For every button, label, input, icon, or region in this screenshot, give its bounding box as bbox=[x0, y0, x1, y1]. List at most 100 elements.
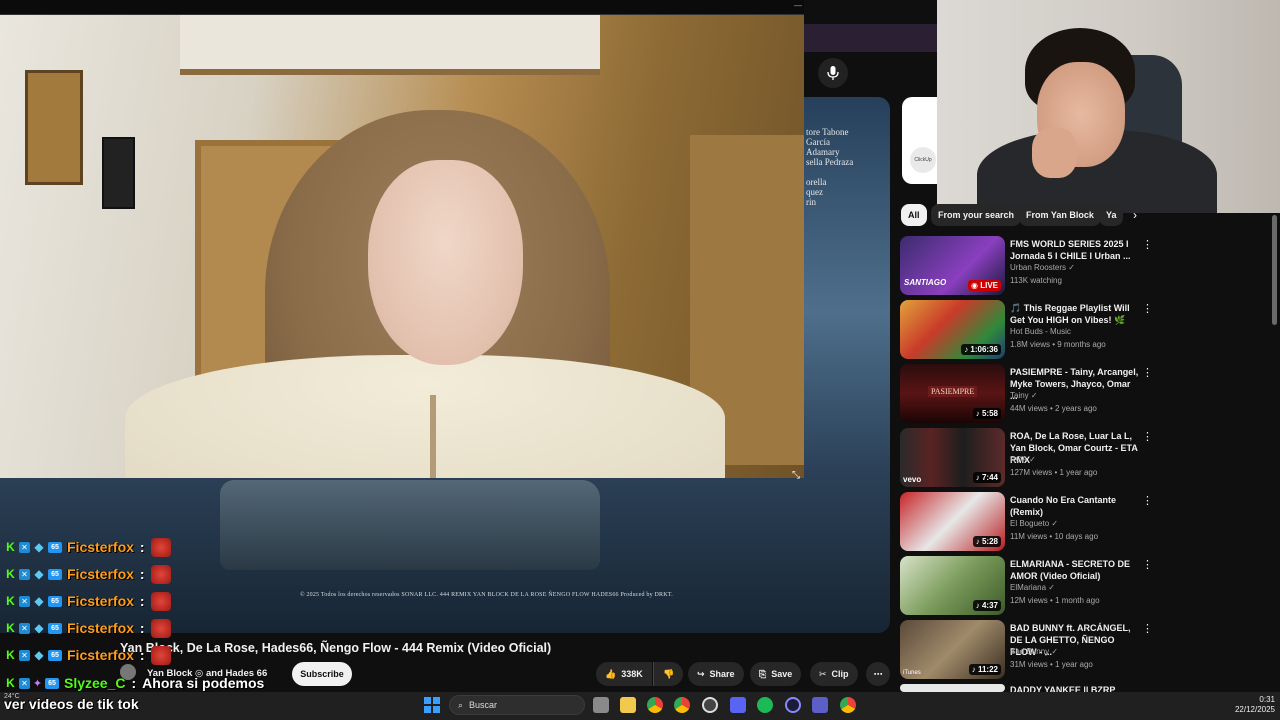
recommendation-meta: 12M views • 1 month ago bbox=[1010, 596, 1100, 605]
chat-username: Ficsterfox bbox=[67, 566, 134, 582]
minimize-icon[interactable]: — bbox=[794, 2, 802, 10]
bookmark-icon: ⎘ bbox=[759, 668, 767, 679]
chat-message: K ✕ ◆ 65 Ficsterfox : bbox=[4, 590, 171, 612]
resize-icon[interactable]: ⤡ bbox=[792, 470, 804, 482]
cube-badge-icon: ◆ bbox=[34, 621, 44, 635]
recommendation-channel[interactable]: Urban Roosters ✓ bbox=[1010, 263, 1075, 272]
video-duration: ♪ 1:06:36 bbox=[961, 344, 1001, 355]
video-thumbnail[interactable]: iTunes ♪ 11:22 bbox=[900, 620, 1005, 679]
chip-from-your-search[interactable]: From your search bbox=[931, 204, 1022, 226]
kick-badge-icon: K bbox=[6, 648, 15, 662]
chip-all[interactable]: All bbox=[901, 204, 927, 226]
more-options-icon[interactable]: ⋮ bbox=[1142, 430, 1153, 443]
video-credit-names: tore Tabone García Adamary sella Pedraza… bbox=[806, 127, 854, 207]
mod-badge-icon: ✕ bbox=[19, 595, 30, 607]
recommendation-title[interactable]: FMS WORLD SERIES 2025 I Jornada 5 I CHIL… bbox=[1010, 238, 1140, 262]
sub-badge-icon: 65 bbox=[48, 649, 62, 661]
video-thumbnail[interactable]: ♪ 4:37 bbox=[900, 556, 1005, 615]
kick-badge-icon: K bbox=[6, 621, 15, 635]
task-view-icon[interactable] bbox=[593, 697, 609, 713]
more-options-icon[interactable]: ⋮ bbox=[1142, 622, 1153, 635]
video-thumbnail[interactable]: SANTIAGO ◉ LIVE bbox=[900, 236, 1005, 295]
more-options-icon[interactable]: ⋮ bbox=[1142, 366, 1153, 379]
recommendation-title[interactable]: DADDY YANKEE || BZRP Music bbox=[1010, 684, 1140, 692]
dislike-button[interactable]: 👎 bbox=[653, 662, 684, 686]
verified-icon: ✓ bbox=[1051, 519, 1059, 528]
save-button[interactable]: ⎘ Save bbox=[750, 662, 802, 686]
chip-truncated[interactable]: Ya bbox=[1099, 204, 1123, 226]
chat-username: Ficsterfox bbox=[67, 593, 134, 609]
chrome-alt-icon[interactable] bbox=[840, 697, 856, 713]
recommendation-meta: 127M views • 1 year ago bbox=[1010, 468, 1098, 477]
more-options-icon[interactable]: ⋮ bbox=[1142, 238, 1153, 251]
emote-icon bbox=[150, 537, 171, 557]
kick-badge-icon: K bbox=[6, 594, 15, 608]
share-icon: ↪ bbox=[697, 668, 705, 679]
chrome-icon[interactable] bbox=[647, 697, 663, 713]
chevron-right-icon[interactable]: › bbox=[1127, 207, 1143, 223]
taskbar-clock[interactable]: 0:31 22/12/2025 bbox=[1225, 695, 1275, 715]
clickup-logo: ClickUp bbox=[910, 147, 936, 173]
more-options-icon[interactable]: ⋮ bbox=[1142, 558, 1153, 571]
recommendation-item[interactable]: vevo ♪ 7:44 ROA, De La Rose, Luar La L, … bbox=[900, 428, 1200, 492]
mod-badge-icon: ✕ bbox=[19, 622, 30, 634]
chip-from-yan-block[interactable]: From Yan Block bbox=[1019, 204, 1101, 226]
cube-badge-icon: ◆ bbox=[34, 648, 44, 662]
webcam-overlay-streamer bbox=[937, 0, 1280, 213]
subscribe-button[interactable]: Subscribe bbox=[292, 662, 352, 686]
recommendation-item[interactable]: SANTIAGO ◉ LIVE FMS WORLD SERIES 2025 I … bbox=[900, 236, 1200, 300]
taskbar-search[interactable]: ⌕ Buscar bbox=[449, 695, 585, 715]
recommendation-item[interactable]: ♪ 5:28 Cuando No Era Cantante (Remix) El… bbox=[900, 492, 1200, 556]
live-icon: ◉ bbox=[971, 281, 981, 290]
obs-icon[interactable] bbox=[702, 697, 718, 713]
recommendation-item[interactable]: PASIEMPRE ♪ 5:58 PASIEMPRE - Tainy, Arca… bbox=[900, 364, 1200, 428]
recommendation-channel[interactable]: Bad Bunny ✓ bbox=[1010, 647, 1058, 656]
recommendation-channel[interactable]: ROA ✓ bbox=[1010, 455, 1036, 464]
emote-icon bbox=[150, 645, 171, 665]
recommendation-item[interactable]: iTunes ♪ 11:22 BAD BUNNY ft. ARCÁNGEL, D… bbox=[900, 620, 1200, 684]
windows-start-icon[interactable] bbox=[424, 697, 440, 713]
verified-icon: ✓ bbox=[1030, 391, 1038, 400]
teams-icon[interactable] bbox=[812, 697, 828, 713]
recommendation-meta: 1.8M views • 9 months ago bbox=[1010, 340, 1106, 349]
recommendation-channel[interactable]: Tainy ✓ bbox=[1010, 391, 1038, 400]
folder-icon[interactable] bbox=[620, 697, 636, 713]
share-button[interactable]: ↪ Share bbox=[688, 662, 744, 686]
recommendation-title[interactable]: Cuando No Era Cantante (Remix) bbox=[1010, 494, 1140, 518]
verified-icon: ✓ bbox=[1051, 647, 1059, 656]
recommendation-channel[interactable]: Hot Buds - Music bbox=[1010, 327, 1071, 336]
video-thumbnail[interactable]: ♪ 5:28 bbox=[900, 492, 1005, 551]
clip-button[interactable]: ✂ Clip bbox=[810, 662, 858, 686]
scrollbar-thumb[interactable] bbox=[1272, 215, 1277, 325]
recommendation-item[interactable]: ♪ 1:06:36 🎵 This Reggae Playlist Will Ge… bbox=[900, 300, 1200, 364]
chrome-profile-icon[interactable] bbox=[674, 697, 690, 713]
more-actions-button[interactable]: ⋯ bbox=[866, 662, 890, 686]
video-duration: ♪ 11:22 bbox=[968, 664, 1001, 675]
recommendation-title[interactable]: ELMARIANA - SECRETO DE AMOR (Video Ofici… bbox=[1010, 558, 1140, 582]
app-icon[interactable] bbox=[785, 697, 801, 713]
chat-message: K ✕ ◆ 65 Ficsterfox : bbox=[4, 536, 171, 558]
chat-message-text: ver videos de tik tok bbox=[4, 696, 139, 712]
like-button[interactable]: 👍 338K bbox=[596, 662, 652, 686]
video-thumbnail[interactable]: PASIEMPRE ♪ 5:58 bbox=[900, 364, 1005, 423]
mod-badge-icon: ✕ bbox=[19, 568, 30, 580]
kick-badge-icon: K bbox=[6, 567, 15, 581]
recommendation-channel[interactable]: El Bogueto ✓ bbox=[1010, 519, 1058, 528]
more-options-icon[interactable]: ⋮ bbox=[1142, 302, 1153, 315]
webcam-window-titlebar bbox=[0, 0, 804, 14]
recommendation-channel[interactable]: ElMariana ✓ bbox=[1010, 583, 1055, 592]
recommendation-item[interactable]: DADDY YANKEE || BZRP Music bbox=[900, 684, 1200, 692]
video-thumbnail[interactable] bbox=[900, 684, 1005, 692]
spotify-icon[interactable] bbox=[757, 697, 773, 713]
emote-icon bbox=[150, 618, 171, 638]
recommendation-item[interactable]: ♪ 4:37 ELMARIANA - SECRETO DE AMOR (Vide… bbox=[900, 556, 1200, 620]
video-thumbnail[interactable]: vevo ♪ 7:44 bbox=[900, 428, 1005, 487]
voice-search-button[interactable] bbox=[818, 58, 848, 88]
discord-icon[interactable] bbox=[730, 697, 746, 713]
chat-message: K ✕ ✦ 65 Slyzee_C : Ahora si podemos bbox=[4, 672, 264, 694]
recommendation-title[interactable]: 🎵 This Reggae Playlist Will Get You HIGH… bbox=[1010, 302, 1140, 326]
video-thumbnail[interactable]: ♪ 1:06:36 bbox=[900, 300, 1005, 359]
more-options-icon[interactable]: ⋮ bbox=[1142, 494, 1153, 507]
search-placeholder: Buscar bbox=[469, 700, 498, 710]
chat-username: Slyzee_C bbox=[64, 675, 126, 691]
